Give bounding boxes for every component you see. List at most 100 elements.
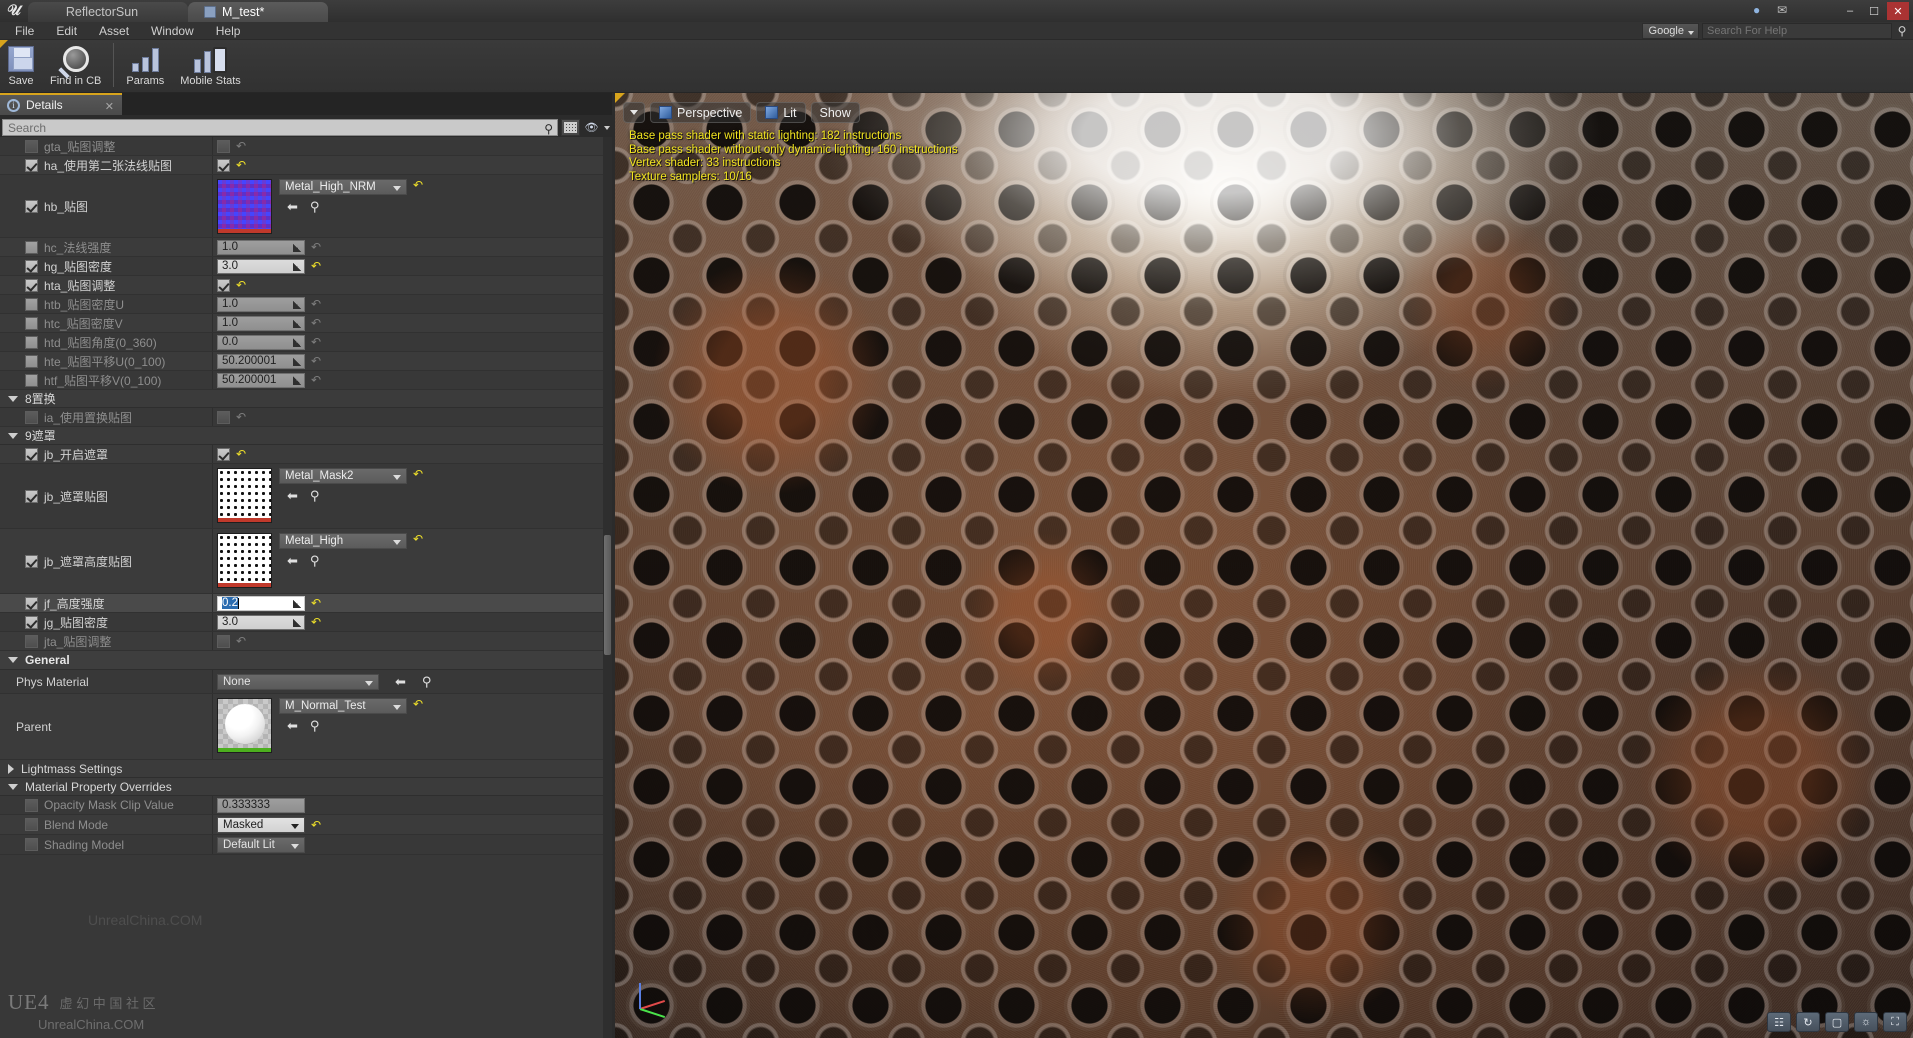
property-row-hta[interactable]: hta_贴图调整 ↶ bbox=[0, 276, 604, 295]
user-account-icon[interactable]: ● bbox=[1753, 3, 1769, 17]
property-override-checkbox[interactable] bbox=[25, 278, 38, 292]
property-row-hg[interactable]: hg_贴图密度 3.0 ↶ bbox=[0, 257, 604, 276]
use-selected-asset-icon[interactable]: ⬅ bbox=[287, 488, 298, 504]
browse-asset-icon[interactable]: ⚲ bbox=[310, 553, 320, 569]
property-row-jb-mask-height-texture[interactable]: jb_遮罩高度贴图 Metal_High ⬅ ⚲ ↶ bbox=[0, 529, 604, 594]
property-row-htb[interactable]: htb_贴图密度U 1.0 ↶ bbox=[0, 295, 604, 314]
use-selected-asset-icon[interactable]: ⬅ bbox=[287, 718, 298, 734]
view-mode-perspective-button[interactable]: Perspective bbox=[650, 102, 752, 123]
revert-icon[interactable]: ↶ bbox=[236, 159, 246, 171]
maximize-viewport-icon[interactable]: ⛶ bbox=[1883, 1012, 1907, 1032]
property-override-checkbox[interactable] bbox=[25, 634, 38, 648]
search-input[interactable]: Search ⚲ bbox=[2, 119, 558, 136]
revert-icon[interactable]: ↶ bbox=[236, 635, 246, 647]
number-field-editing[interactable]: 0.2 bbox=[217, 595, 305, 611]
number-field[interactable]: 1.0 bbox=[217, 239, 305, 255]
browse-asset-icon[interactable]: ⚲ bbox=[422, 674, 432, 690]
property-row-hc[interactable]: hc_法线强度 1.0 ↶ bbox=[0, 238, 604, 257]
save-button[interactable]: Save bbox=[0, 40, 42, 87]
category-header-displacement[interactable]: 8置换 bbox=[0, 390, 604, 408]
camera-speed-icon[interactable]: ☼ bbox=[1854, 1012, 1878, 1032]
property-override-checkbox[interactable] bbox=[25, 139, 38, 153]
viewport-options-button[interactable] bbox=[623, 102, 645, 123]
maximize-button[interactable]: ☐ bbox=[1863, 2, 1885, 20]
property-override-checkbox[interactable] bbox=[25, 199, 38, 213]
number-field[interactable]: 0.0 bbox=[217, 334, 305, 350]
search-provider-dropdown[interactable]: Google bbox=[1641, 23, 1699, 39]
property-row-ha[interactable]: ha_使用第二张法线贴图 ↶ bbox=[0, 156, 604, 175]
show-flags-button[interactable]: Show bbox=[810, 102, 860, 123]
revert-icon[interactable]: ↶ bbox=[236, 448, 246, 460]
property-value-checkbox[interactable] bbox=[217, 158, 230, 172]
category-header-mask[interactable]: 9遮罩 bbox=[0, 427, 604, 445]
shading-model-dropdown[interactable]: Default Lit bbox=[217, 836, 305, 853]
revert-icon[interactable]: ↶ bbox=[311, 241, 321, 253]
asset-picker[interactable]: Metal_High ⬅ ⚲ bbox=[217, 533, 407, 588]
property-value-checkbox[interactable] bbox=[217, 634, 230, 648]
asset-name-dropdown[interactable]: Metal_High_NRM bbox=[279, 179, 407, 195]
tab-details[interactable]: i Details ✕ bbox=[0, 93, 122, 115]
mask-thumb[interactable] bbox=[217, 533, 272, 588]
number-field[interactable]: 3.0 bbox=[217, 614, 305, 630]
revert-icon[interactable]: ↶ bbox=[413, 533, 423, 545]
property-override-checkbox[interactable] bbox=[25, 354, 38, 368]
property-row-htc[interactable]: htc_贴图密度V 1.0 ↶ bbox=[0, 314, 604, 333]
asset-picker[interactable]: M_Normal_Test ⬅ ⚲ bbox=[217, 698, 407, 753]
revert-icon[interactable]: ↶ bbox=[413, 698, 423, 710]
use-selected-asset-icon[interactable]: ⬅ bbox=[395, 674, 406, 690]
property-row-opacity-mask-clip-value[interactable]: Opacity Mask Clip Value 0.333333 bbox=[0, 796, 604, 815]
mask-thumb[interactable] bbox=[217, 468, 272, 523]
property-override-checkbox[interactable] bbox=[25, 447, 38, 461]
category-header-lightmass-settings[interactable]: Lightmass Settings bbox=[0, 760, 604, 778]
rotation-snap-icon[interactable]: ↻ bbox=[1796, 1012, 1820, 1032]
eye-icon[interactable]: 👁 bbox=[583, 119, 600, 136]
property-value-checkbox[interactable] bbox=[217, 278, 230, 292]
property-row-jb-mask-texture[interactable]: jb_遮罩贴图 Metal_Mask2 ⬅ ⚲ ↶ bbox=[0, 464, 604, 529]
revert-icon[interactable]: ↶ bbox=[413, 179, 423, 191]
property-row-jta[interactable]: jta_贴图调整 ↶ bbox=[0, 632, 604, 651]
mobile-stats-button[interactable]: Mobile Stats bbox=[172, 40, 249, 87]
find-in-cb-button[interactable]: Find in CB bbox=[42, 40, 109, 87]
revert-icon[interactable]: ↶ bbox=[413, 468, 423, 480]
property-row-shading-model[interactable]: Shading Model Default Lit bbox=[0, 835, 604, 855]
use-selected-asset-icon[interactable]: ⬅ bbox=[287, 199, 298, 215]
revert-icon[interactable]: ↶ bbox=[311, 260, 321, 272]
property-override-checkbox[interactable] bbox=[25, 373, 38, 387]
sphere-material-thumb[interactable] bbox=[217, 698, 272, 753]
asset-name-dropdown[interactable]: Metal_Mask2 bbox=[279, 468, 407, 484]
asset-picker[interactable]: Metal_High_NRM ⬅ ⚲ bbox=[217, 179, 407, 234]
property-override-checkbox[interactable] bbox=[25, 838, 38, 851]
browse-asset-icon[interactable]: ⚲ bbox=[310, 718, 320, 734]
details-scrollbar-thumb[interactable] bbox=[604, 535, 611, 655]
revert-icon[interactable]: ↶ bbox=[311, 336, 321, 348]
menu-item-file[interactable]: File bbox=[4, 22, 45, 40]
feedback-icon[interactable]: ✉ bbox=[1777, 3, 1793, 17]
number-field[interactable]: 0.333333 bbox=[217, 797, 305, 813]
window-tab-reflectorsun[interactable]: ReflectorSun bbox=[28, 2, 188, 22]
menu-item-help[interactable]: Help bbox=[205, 22, 252, 40]
revert-icon[interactable]: ↶ bbox=[311, 374, 321, 386]
blend-mode-dropdown[interactable]: Masked bbox=[217, 816, 305, 833]
view-mode-lit-button[interactable]: Lit bbox=[756, 102, 806, 123]
asset-name-dropdown[interactable]: M_Normal_Test bbox=[279, 698, 407, 714]
property-row-jf-height-strength[interactable]: jf_高度强度 0.2 ↶ bbox=[0, 594, 604, 613]
params-button[interactable]: Params bbox=[118, 40, 172, 87]
revert-icon[interactable]: ↶ bbox=[311, 819, 321, 831]
browse-asset-icon[interactable]: ⚲ bbox=[310, 488, 320, 504]
minimize-button[interactable]: – bbox=[1839, 2, 1861, 20]
normal-map-thumb[interactable] bbox=[217, 179, 272, 234]
property-override-checkbox[interactable] bbox=[25, 158, 38, 172]
menu-item-window[interactable]: Window bbox=[140, 22, 205, 40]
close-button[interactable]: ✕ bbox=[1887, 2, 1909, 20]
revert-icon[interactable]: ↶ bbox=[311, 298, 321, 310]
property-row-jb-enable[interactable]: jb_开启遮罩 ↶ bbox=[0, 445, 604, 464]
help-search-input[interactable] bbox=[1702, 23, 1892, 39]
revert-icon[interactable]: ↶ bbox=[311, 355, 321, 367]
property-override-checkbox[interactable] bbox=[25, 410, 38, 424]
revert-icon[interactable]: ↶ bbox=[311, 317, 321, 329]
property-override-checkbox[interactable] bbox=[25, 316, 38, 330]
property-row-jg-density[interactable]: jg_贴图密度 3.0 ↶ bbox=[0, 613, 604, 632]
revert-icon[interactable]: ↶ bbox=[311, 616, 321, 628]
number-field[interactable]: 50.200001 bbox=[217, 353, 305, 369]
phys-material-dropdown[interactable]: None bbox=[217, 673, 379, 690]
